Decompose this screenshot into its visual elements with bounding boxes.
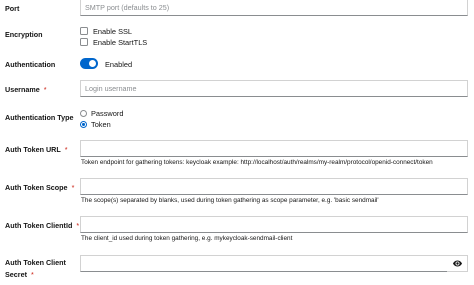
required-mark: * <box>30 270 34 279</box>
token-scope-label: Auth Token Scope * <box>5 183 75 192</box>
eye-icon <box>452 260 462 267</box>
token-scope-input[interactable] <box>80 178 468 195</box>
client-id-input[interactable] <box>80 216 468 233</box>
authentication-toggle[interactable] <box>80 58 98 69</box>
username-label: Username * <box>5 85 47 94</box>
required-mark: * <box>64 145 68 154</box>
enable-starttls-label: Enable StartTLS <box>93 38 148 47</box>
authentication-toggle-label: Enabled <box>105 60 133 69</box>
enable-ssl-label: Enable SSL <box>93 27 133 36</box>
token-url-help: Token endpoint for gathering tokens: key… <box>81 159 433 166</box>
username-input[interactable] <box>80 80 468 97</box>
token-scope-help: The scope(s) separated by blanks, used d… <box>81 197 379 204</box>
auth-type-token-label: Token <box>91 120 111 129</box>
encryption-label: Encryption <box>5 30 43 39</box>
toggle-knob <box>89 60 96 67</box>
required-mark: * <box>76 221 80 230</box>
auth-type-label: Authentication Type <box>5 113 74 122</box>
auth-type-password-label: Password <box>91 109 124 118</box>
enable-starttls-checkbox[interactable] <box>80 38 88 46</box>
auth-type-password-radio[interactable] <box>80 110 87 117</box>
client-secret-input[interactable] <box>80 255 448 272</box>
required-mark: * <box>43 85 47 94</box>
client-id-help: The client_id used during token gatherin… <box>81 235 293 242</box>
token-url-label: Auth Token URL * <box>5 145 68 154</box>
client-secret-label-line2: Secret * <box>5 270 34 279</box>
authentication-label: Authentication <box>5 60 56 69</box>
client-secret-label: Auth Token Client <box>5 258 66 267</box>
port-input[interactable] <box>80 0 468 16</box>
required-mark: * <box>71 183 75 192</box>
enable-ssl-checkbox[interactable] <box>80 27 88 35</box>
port-label: Port <box>5 4 20 13</box>
client-id-label: Auth Token ClientId * <box>5 221 80 230</box>
auth-type-token-radio[interactable] <box>80 121 87 128</box>
token-url-input[interactable] <box>80 140 468 157</box>
show-password-button[interactable] <box>447 255 468 272</box>
